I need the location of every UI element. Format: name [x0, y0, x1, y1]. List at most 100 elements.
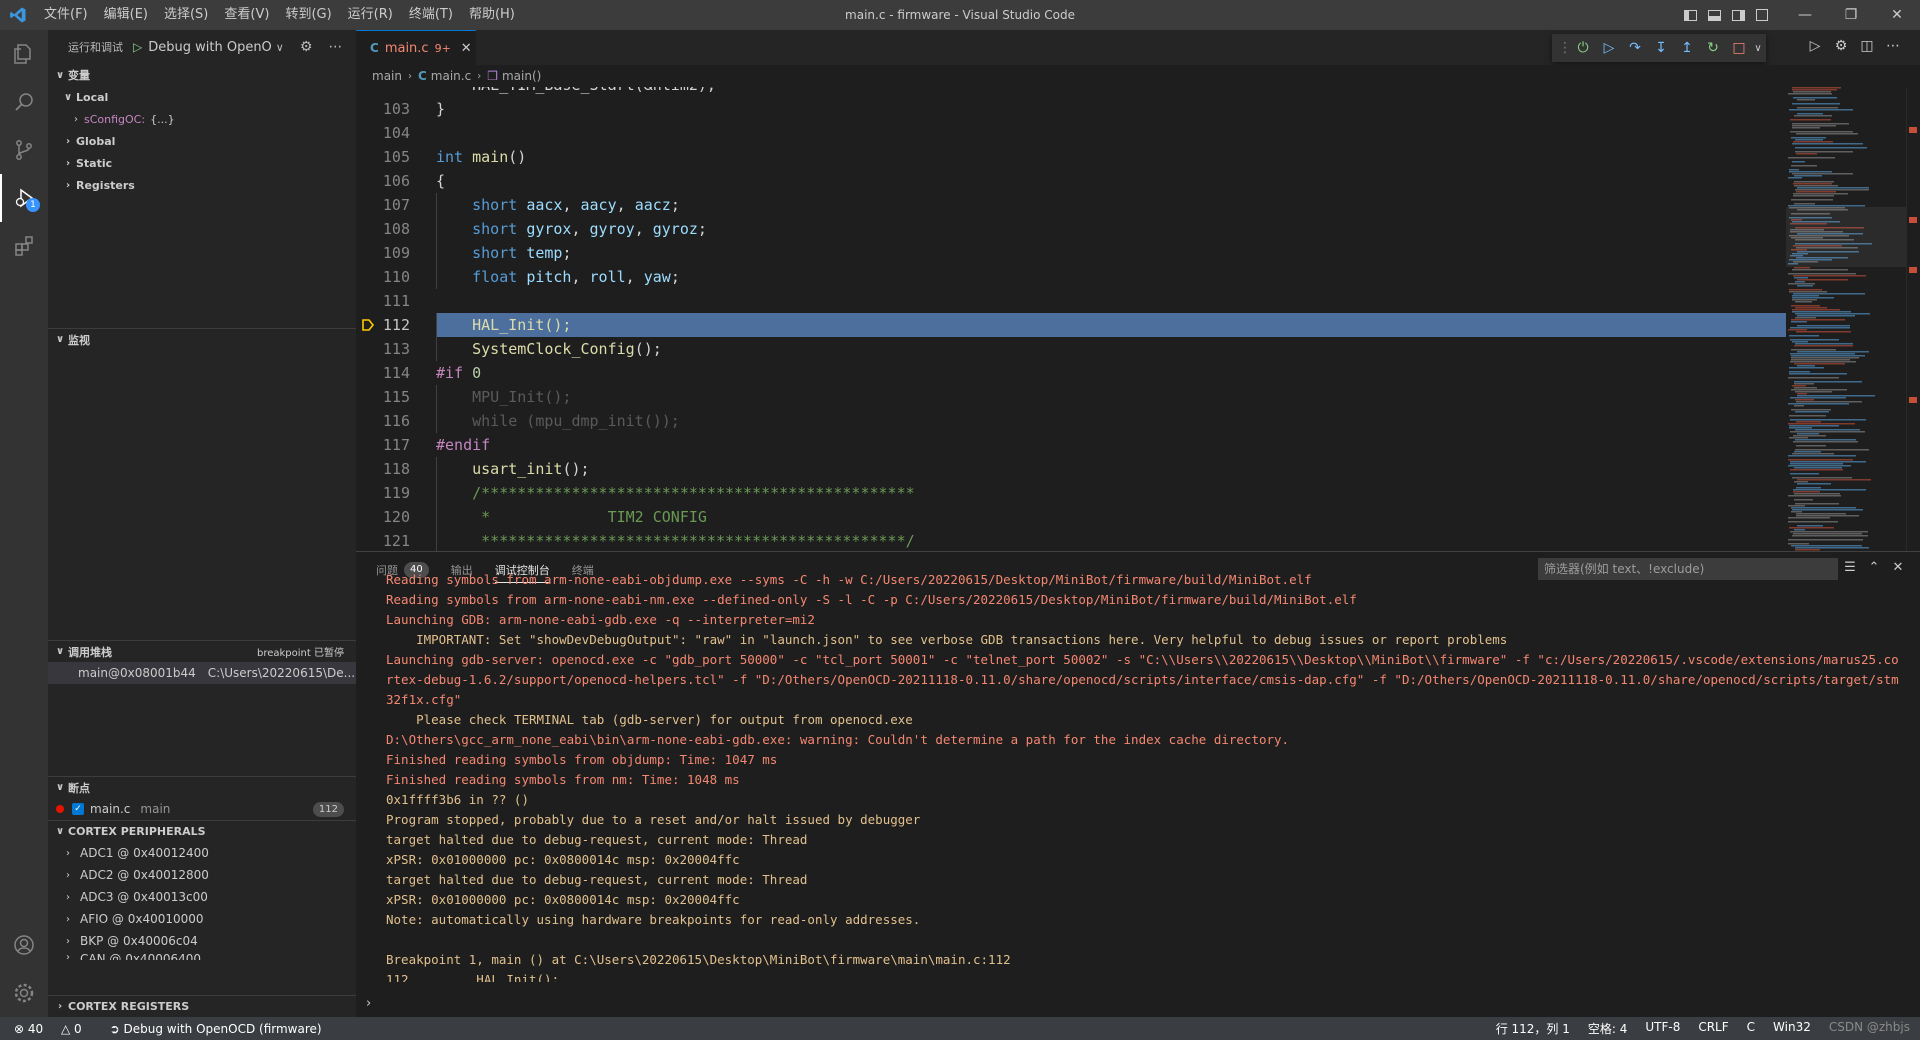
manage-gear-icon[interactable] — [0, 969, 48, 1017]
line-number[interactable]: 114 — [356, 361, 410, 385]
breakpoint-checkbox[interactable]: ✓ — [72, 803, 84, 815]
line-number[interactable]: 111 — [356, 289, 410, 313]
restore-icon[interactable]: ❐ — [1828, 0, 1874, 30]
breakpoint-item[interactable]: ✓ main.c main 112 — [48, 798, 356, 820]
menu-file[interactable]: 文件(F) — [36, 0, 96, 30]
peripheral-item[interactable]: › ADC1 @ 0x40012400 — [48, 842, 356, 864]
line-number[interactable]: 113 — [356, 337, 410, 361]
peripheral-item[interactable]: › AFIO @ 0x40010000 — [48, 908, 356, 930]
line-number[interactable]: 121 — [356, 529, 410, 551]
line-number[interactable]: 119 — [356, 481, 410, 505]
tree-item-registers[interactable]: › Registers — [48, 174, 356, 196]
toggle-secondary-sidebar-icon[interactable] — [1726, 0, 1750, 30]
chevron-down-icon[interactable]: ∨ — [276, 41, 284, 54]
tree-item-local[interactable]: ∨ Local — [48, 86, 356, 108]
line-number[interactable]: 120 — [356, 505, 410, 529]
menu-go[interactable]: 转到(G) — [277, 0, 339, 30]
extensions-icon[interactable] — [0, 222, 48, 270]
step-into-icon[interactable]: ↧ — [1648, 40, 1674, 56]
encoding[interactable]: UTF-8 — [1645, 1020, 1680, 1037]
step-over-icon[interactable]: ↷ — [1622, 40, 1648, 56]
chevron-down-icon[interactable]: ∨ — [1752, 43, 1764, 54]
power-icon[interactable]: ⏻ — [1570, 40, 1596, 56]
editor-scrollbar[interactable] — [1906, 87, 1920, 551]
stop-icon[interactable]: □ — [1726, 40, 1752, 56]
registers-section-header[interactable]: › CORTEX REGISTERS — [48, 995, 356, 1017]
line-number[interactable]: 107 — [356, 193, 410, 217]
menu-selection[interactable]: 选择(S) — [156, 0, 216, 30]
peripheral-item[interactable]: › ADC2 @ 0x40012800 — [48, 864, 356, 886]
run-debug-icon[interactable]: 1 — [0, 174, 48, 222]
cursor-position[interactable]: 行 112，列 1 — [1496, 1020, 1570, 1037]
peripheral-item[interactable]: › BKP @ 0x40006c04 — [48, 930, 356, 952]
problems-status[interactable]: ⊗ 40 △ 0 — [14, 1022, 96, 1036]
debug-config-status[interactable]: ➲ Debug with OpenOCD (firmware) — [110, 1022, 336, 1036]
callstack-section-header[interactable]: ∨ 调用堆栈 breakpoint 已暂停 — [48, 640, 356, 662]
line-number[interactable]: 110 — [356, 265, 410, 289]
line-number[interactable]: 118 — [356, 457, 410, 481]
line-number[interactable]: 117 — [356, 433, 410, 457]
drag-handle-icon[interactable]: ⋮ — [1558, 40, 1572, 56]
peripherals-section-header[interactable]: ∨ CORTEX PERIPHERALS — [48, 820, 356, 842]
peripheral-item[interactable]: › CAN @ 0x40006400 — [48, 952, 356, 960]
debug-console-output[interactable]: Reading symbols from arm-none-eabi-objdu… — [386, 570, 1906, 982]
variables-section-header[interactable]: ∨ 变量 — [48, 64, 356, 86]
peripheral-item[interactable]: › ADC3 @ 0x40013c00 — [48, 886, 356, 908]
close-window-icon[interactable]: ✕ — [1874, 0, 1920, 30]
line-number[interactable]: 103 — [356, 97, 410, 121]
breakpoints-section-header[interactable]: ∨ 断点 — [48, 776, 356, 798]
split-editor-icon[interactable]: ◫ — [1854, 38, 1880, 54]
close-icon[interactable]: ✕ — [461, 41, 472, 56]
breadcrumb-symbol[interactable]: main() — [502, 69, 541, 83]
line-number[interactable]: 104 — [356, 121, 410, 145]
indentation[interactable]: 空格: 4 — [1588, 1020, 1628, 1037]
console-input-prompt[interactable]: › — [366, 996, 371, 1011]
menu-view[interactable]: 查看(V) — [216, 0, 277, 30]
settings-gear-icon[interactable]: ⚙ — [1828, 38, 1854, 54]
menu-terminal[interactable]: 终端(T) — [401, 0, 461, 30]
customize-layout-icon[interactable] — [1750, 0, 1774, 30]
menu-help[interactable]: 帮助(H) — [461, 0, 523, 30]
source-control-icon[interactable] — [0, 126, 48, 174]
run-debug-split-icon[interactable]: ▷ — [1802, 38, 1828, 54]
platform[interactable]: Win32 — [1773, 1020, 1811, 1037]
chevron-right-icon: › — [66, 913, 70, 925]
tree-item-global[interactable]: › Global — [48, 130, 356, 152]
continue-icon[interactable]: ▷ — [1596, 40, 1622, 56]
explorer-icon[interactable] — [0, 30, 48, 78]
language-mode[interactable]: C — [1747, 1020, 1755, 1037]
minimize-icon[interactable]: — — [1782, 0, 1828, 30]
toggle-primary-sidebar-icon[interactable] — [1678, 0, 1702, 30]
minimap-line — [1793, 91, 1831, 93]
toggle-panel-icon[interactable] — [1702, 0, 1726, 30]
restart-icon[interactable]: ↻ — [1700, 40, 1726, 56]
line-number[interactable]: 116 — [356, 409, 410, 433]
minimap[interactable] — [1786, 87, 1906, 551]
accounts-icon[interactable] — [0, 921, 48, 969]
watch-section-header[interactable]: ∨ 监视 — [48, 328, 356, 350]
variable-sconfigoc[interactable]: › sConfigOC: {...} — [48, 108, 356, 130]
menu-edit[interactable]: 编辑(E) — [96, 0, 156, 30]
menu-run[interactable]: 运行(R) — [340, 0, 401, 30]
minimap-slider[interactable] — [1786, 207, 1906, 267]
line-number[interactable]: 115 — [356, 385, 410, 409]
tab-main-c[interactable]: C main.c 9+ ✕ — [356, 30, 476, 65]
code-editor[interactable]: HAL_TIM_Base_Start(&htim2); 103}104105in… — [356, 87, 1786, 551]
more-actions-icon[interactable]: ⋯ — [328, 39, 342, 55]
tree-item-static[interactable]: › Static — [48, 152, 356, 174]
more-actions-icon[interactable]: ⋯ — [1880, 38, 1906, 54]
debug-config-select[interactable]: Debug with OpenO — [148, 40, 272, 55]
breadcrumb-file[interactable]: main.c — [431, 69, 471, 83]
stack-frame[interactable]: main@0x08001b44 C:\Users\20220615\De... — [48, 662, 356, 684]
line-number[interactable]: 108 — [356, 217, 410, 241]
line-number[interactable]: 112 — [356, 313, 410, 337]
breadcrumb-folder[interactable]: main — [372, 69, 402, 83]
search-icon[interactable] — [0, 78, 48, 126]
line-number[interactable]: 105 — [356, 145, 410, 169]
start-debugging-icon[interactable]: ▷ — [133, 40, 142, 54]
line-number[interactable]: 106 — [356, 169, 410, 193]
step-out-icon[interactable]: ↥ — [1674, 40, 1700, 56]
line-number[interactable]: 109 — [356, 241, 410, 265]
open-launch-json-gear-icon[interactable]: ⚙ — [300, 39, 313, 55]
end-of-line[interactable]: CRLF — [1698, 1020, 1728, 1037]
